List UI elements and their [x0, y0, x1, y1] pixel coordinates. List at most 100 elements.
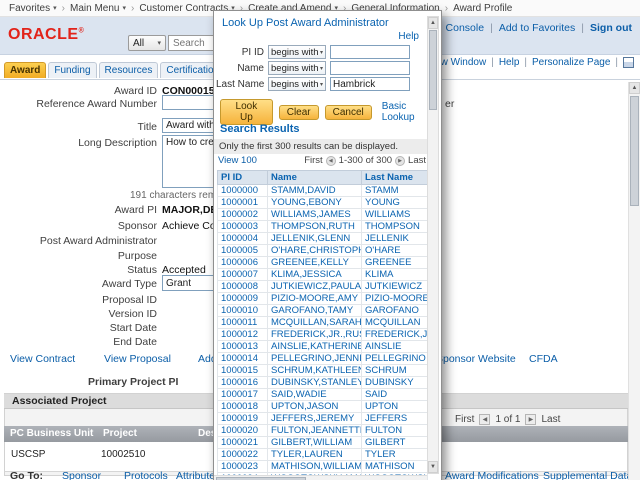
- last-name-link[interactable]: WILLIAMS: [365, 209, 410, 220]
- last-name-link[interactable]: GREENEE: [365, 257, 411, 268]
- breadcrumb-favorites[interactable]: Favorites▾: [6, 3, 60, 14]
- pi-id-input[interactable]: [330, 45, 410, 59]
- name-link[interactable]: O'HARE,CHRISTOPHER: [271, 245, 362, 256]
- pi-id-link[interactable]: 1000003: [221, 221, 258, 232]
- pi-id-link[interactable]: 1000019: [221, 413, 258, 424]
- pager-prev-icon[interactable]: ◀: [326, 156, 336, 166]
- last-name-link[interactable]: JEFFERS: [365, 413, 407, 424]
- column-header-pc-business-unit[interactable]: PC Business Unit: [10, 428, 93, 439]
- last-name-link[interactable]: STAMM: [365, 185, 399, 196]
- pi-id-link[interactable]: 1000014: [221, 353, 258, 364]
- last-name-link[interactable]: SCHRUM: [365, 365, 407, 376]
- pager-last-label[interactable]: Last: [408, 155, 426, 166]
- scroll-down-icon[interactable]: ▼: [428, 461, 438, 473]
- last-name-link[interactable]: PELLEGRINO: [365, 353, 426, 364]
- last-name-link[interactable]: O'HARE: [365, 245, 401, 256]
- tab-award[interactable]: Award: [4, 62, 46, 78]
- pager-first-label[interactable]: First: [455, 414, 474, 425]
- last-name-link[interactable]: MCQUILLAN: [365, 317, 420, 328]
- goto-protocols-link[interactable]: Protocols: [124, 470, 168, 480]
- pi-id-link[interactable]: 1000018: [221, 401, 258, 412]
- name-link[interactable]: TYLER,LAUREN: [271, 449, 343, 460]
- last-name-link[interactable]: SAID: [365, 389, 387, 400]
- search-scope-select[interactable]: All▾: [128, 35, 166, 51]
- pi-id-link[interactable]: 1000021: [221, 437, 258, 448]
- name-link[interactable]: UPTON,JASON: [271, 401, 338, 412]
- pager-next-icon[interactable]: ▶: [395, 156, 405, 166]
- name-input[interactable]: [330, 61, 410, 75]
- name-link[interactable]: JUTKIEWICZ,PAULA: [271, 281, 361, 292]
- last-name-link[interactable]: GILBERT: [365, 437, 405, 448]
- pager-last-label[interactable]: Last: [541, 414, 560, 425]
- pi-id-link[interactable]: 1000010: [221, 305, 258, 316]
- scrollbar-thumb[interactable]: [429, 30, 437, 110]
- pi-id-link[interactable]: 1000023: [221, 461, 258, 472]
- add-to-favorites-link[interactable]: Add to Favorites: [499, 22, 575, 34]
- pi-id-link[interactable]: 1000002: [221, 209, 258, 220]
- name-link[interactable]: JEFFERS,JEREMY: [271, 413, 354, 424]
- tab-resources[interactable]: Resources: [99, 62, 159, 78]
- name-column-header[interactable]: Name: [271, 172, 297, 183]
- last-name-link[interactable]: TYLER: [365, 449, 396, 460]
- scroll-up-icon[interactable]: ▲: [629, 82, 640, 94]
- name-link[interactable]: GAROFANO,TAMY: [271, 305, 353, 316]
- sponsor-website-link[interactable]: Sponsor Website: [436, 353, 516, 365]
- pi-id-link[interactable]: 1000008: [221, 281, 258, 292]
- help-link[interactable]: Help: [499, 57, 520, 68]
- pi-id-link[interactable]: 1000016: [221, 377, 258, 388]
- page-layout-icon[interactable]: [623, 57, 634, 68]
- modal-scrollbar[interactable]: ▲ ▼: [427, 16, 439, 474]
- last-name-link[interactable]: FULTON: [365, 425, 402, 436]
- last-name-column-header[interactable]: Last Name: [365, 172, 413, 183]
- name-link[interactable]: KLIMA,JESSICA: [271, 269, 342, 280]
- pi-id-link[interactable]: 1000004: [221, 233, 258, 244]
- name-link[interactable]: GILBERT,WILLIAM: [271, 437, 352, 448]
- pi-id-link[interactable]: 1000017: [221, 389, 258, 400]
- last-name-link[interactable]: JELLENIK: [365, 233, 409, 244]
- last-name-input[interactable]: [330, 77, 410, 91]
- pi-id-link[interactable]: 1000000: [221, 185, 258, 196]
- view-proposal-link[interactable]: View Proposal: [104, 353, 171, 365]
- name-link[interactable]: GREENEE,KELLY: [271, 257, 349, 268]
- name-link[interactable]: FULTON,JEANNETTE: [271, 425, 362, 436]
- cancel-button[interactable]: Cancel: [325, 105, 372, 120]
- pager-next-icon[interactable]: ▶: [525, 414, 536, 425]
- last-name-link[interactable]: KLIMA: [365, 269, 394, 280]
- pi-id-link[interactable]: 1000001: [221, 197, 258, 208]
- look-up-button[interactable]: Look Up: [220, 99, 273, 125]
- modal-help-link[interactable]: Help: [398, 31, 419, 42]
- pi-id-link[interactable]: 1000009: [221, 293, 258, 304]
- pi-id-link[interactable]: 1000012: [221, 329, 258, 340]
- tab-funding[interactable]: Funding: [48, 62, 96, 78]
- clear-button[interactable]: Clear: [279, 105, 319, 120]
- last-name-link[interactable]: THOMPSON: [365, 221, 420, 232]
- name-link[interactable]: SAID,WADIE: [271, 389, 327, 400]
- view-contract-link[interactable]: View Contract: [10, 353, 75, 365]
- name-operator-select[interactable]: begins with ▾: [268, 61, 326, 75]
- name-link[interactable]: STAMM,DAVID: [271, 185, 336, 196]
- name-link[interactable]: AINSLIE,KATHERINE: [271, 341, 362, 352]
- last-name-link[interactable]: FREDERICK,JR.: [365, 329, 428, 340]
- breadcrumb-main-menu[interactable]: Main Menu▾: [67, 3, 129, 14]
- pi-id-operator-select[interactable]: begins with ▾: [268, 45, 326, 59]
- page-scrollbar[interactable]: ▲: [628, 82, 640, 480]
- view-100-link[interactable]: View 100: [218, 155, 257, 166]
- pi-id-link[interactable]: 1000007: [221, 269, 258, 280]
- last-name-link[interactable]: YOUNG: [365, 197, 400, 208]
- name-link[interactable]: YOUNG,EBONY: [271, 197, 342, 208]
- pi-id-link[interactable]: 1000015: [221, 365, 258, 376]
- pi-id-link[interactable]: 1000013: [221, 341, 258, 352]
- name-link[interactable]: PIZIO-MOORE,AMY: [271, 293, 358, 304]
- scroll-up-icon[interactable]: ▲: [428, 17, 438, 29]
- pi-id-link[interactable]: 1000022: [221, 449, 258, 460]
- last-name-link[interactable]: AINSLIE: [365, 341, 401, 352]
- name-link[interactable]: DUBINSKY,STANLEY: [271, 377, 362, 388]
- cfda-link[interactable]: CFDA: [529, 353, 558, 365]
- goto-supplemental-data-link[interactable]: Supplemental Data: [543, 470, 632, 480]
- name-link[interactable]: PELLEGRINO,JENNIFER: [271, 353, 362, 364]
- sign-out-link[interactable]: Sign out: [590, 22, 632, 34]
- last-name-link[interactable]: JUTKIEWICZ: [365, 281, 422, 292]
- pi-id-link[interactable]: 1000005: [221, 245, 258, 256]
- pi-id-link[interactable]: 1000020: [221, 425, 258, 436]
- name-link[interactable]: WILLIAMS,JAMES: [271, 209, 351, 220]
